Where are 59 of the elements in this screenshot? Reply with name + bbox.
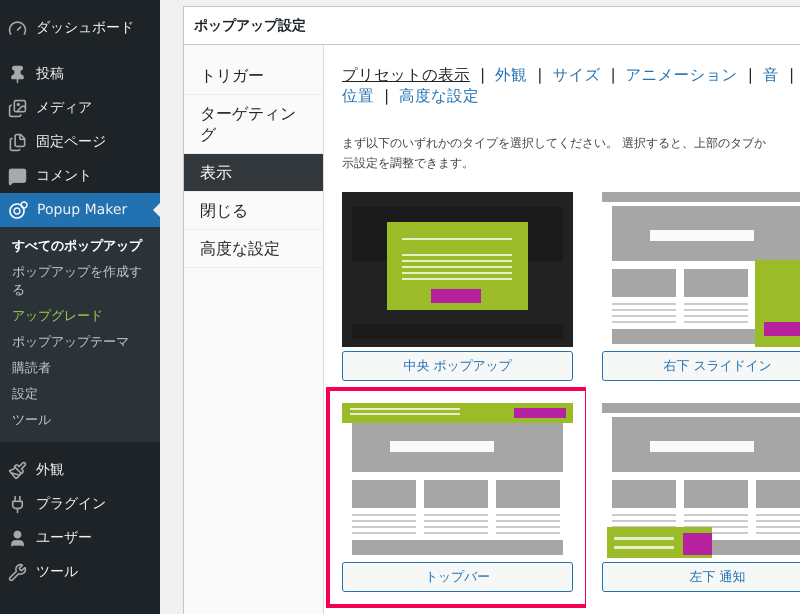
submenu-item[interactable]: 購読者 bbox=[0, 356, 160, 382]
popup-logo-icon bbox=[8, 200, 28, 220]
sidebar-menu-item[interactable]: 固定ページ bbox=[0, 125, 160, 159]
menu-label: 外観 bbox=[36, 461, 64, 479]
link-separator: | bbox=[384, 86, 390, 107]
subsection-link[interactable]: アニメーション bbox=[626, 65, 738, 86]
settings-tab[interactable]: 閉じる bbox=[184, 192, 323, 230]
preset-button[interactable]: 左下 通知 bbox=[602, 562, 800, 592]
submenu-item[interactable]: 設定 bbox=[0, 382, 160, 408]
user-icon bbox=[8, 528, 27, 548]
preset-button[interactable]: トップバー bbox=[342, 562, 573, 592]
settings-tab[interactable]: トリガー bbox=[184, 57, 323, 95]
media-icon bbox=[8, 98, 27, 118]
subsection-link[interactable]: サイズ bbox=[552, 65, 600, 86]
menu-label: ツール bbox=[36, 563, 78, 581]
sidebar-menu-item[interactable]: 投稿 bbox=[0, 57, 160, 91]
menu-label: プラグイン bbox=[36, 495, 106, 513]
link-separator: | bbox=[788, 65, 794, 86]
preset-button[interactable]: 中央 ポップアップ bbox=[342, 351, 573, 381]
comment-icon bbox=[8, 166, 27, 186]
panel-title: ポップアップ設定 bbox=[194, 16, 307, 34]
menu-label: メディア bbox=[36, 99, 92, 117]
submenu-item[interactable]: ポップアップテーマ bbox=[0, 330, 160, 356]
appearance-icon bbox=[8, 460, 27, 480]
menu-label: ユーザー bbox=[36, 529, 92, 547]
link-separator: | bbox=[748, 65, 753, 86]
instruction-text: まず以下のいずれかのタイプを選択してください。 選択すると、上部のタブか 示設定を調整できます。 bbox=[342, 135, 767, 172]
sidebar-menu-item[interactable]: コメント bbox=[0, 159, 160, 193]
sidebar-menu-item[interactable]: 外観 bbox=[0, 453, 160, 487]
pages-icon bbox=[8, 132, 27, 152]
subsection-link[interactable]: 外観 bbox=[495, 65, 528, 86]
subsection-link[interactable]: 位置 bbox=[342, 86, 374, 107]
menu-label: ダッシュボード bbox=[36, 19, 134, 37]
submenu-item[interactable]: ポップアップを作成する bbox=[0, 260, 160, 304]
sidebar-menu-item[interactable]: Popup Maker bbox=[0, 193, 160, 227]
menu-label: Popup Maker bbox=[37, 202, 128, 218]
menu-label: コメント bbox=[36, 167, 92, 185]
link-separator: | bbox=[537, 65, 542, 86]
dashboard-icon bbox=[8, 18, 27, 38]
settings-tab[interactable]: 高度な設定 bbox=[184, 230, 323, 268]
pin-icon bbox=[8, 64, 27, 84]
subsection-link[interactable]: 高度な設定 bbox=[399, 86, 480, 107]
subsection-link[interactable]: 音 bbox=[762, 65, 779, 86]
sidebar-menu-item[interactable]: プラグイン bbox=[0, 487, 160, 521]
menu-label: 固定ページ bbox=[36, 133, 106, 151]
submenu-item[interactable]: アップグレード bbox=[0, 304, 160, 330]
link-separator: | bbox=[610, 65, 616, 86]
settings-tab[interactable]: 表示 bbox=[184, 154, 323, 192]
submenu-item[interactable]: ツール bbox=[0, 408, 160, 434]
sidebar-menu-item[interactable]: ユーザー bbox=[0, 521, 160, 555]
sidebar-menu-item[interactable]: ダッシュボード bbox=[0, 11, 160, 45]
subsection-link[interactable]: プリセットの表示 bbox=[342, 65, 470, 86]
tool-icon bbox=[8, 562, 27, 582]
menu-label: 投稿 bbox=[36, 65, 64, 83]
sidebar-menu-item[interactable]: ツール bbox=[0, 555, 160, 589]
link-separator: | bbox=[480, 65, 486, 86]
sidebar-menu-item[interactable]: メディア bbox=[0, 91, 160, 125]
preset-button[interactable]: 右下 スライドイン bbox=[602, 351, 800, 381]
submenu-item[interactable]: すべてのポップアップ bbox=[0, 234, 160, 260]
